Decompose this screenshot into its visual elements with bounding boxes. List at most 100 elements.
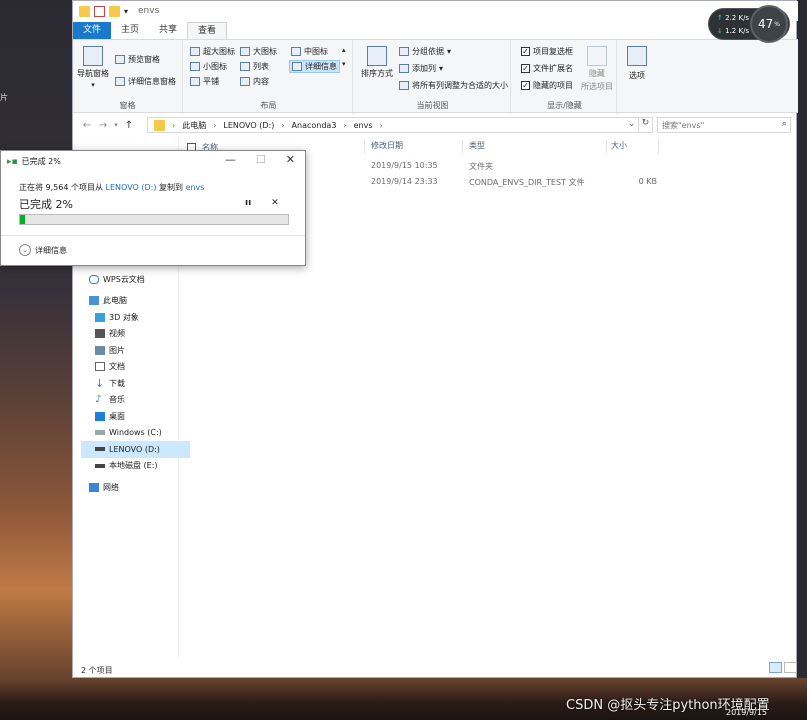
sidebar-item-label: 下载 — [109, 378, 125, 388]
search-icon: ⌕ — [781, 119, 787, 129]
more-details-label: 详细信息 — [35, 245, 67, 255]
breadcrumb-separator-icon[interactable]: › — [343, 121, 346, 130]
pause-icon[interactable]: ıı — [245, 198, 251, 208]
tab-share[interactable]: 共享 — [149, 22, 187, 39]
view-switcher — [769, 662, 797, 673]
column-modified[interactable]: 修改日期 — [367, 140, 463, 154]
selected-items-label: 所选项目 — [581, 82, 613, 91]
fit-columns-button[interactable]: 将所有列调整为合适的大小 — [399, 80, 508, 91]
up-arrow-icon[interactable]: ↑ — [121, 120, 137, 131]
cancel-icon[interactable]: ✕ — [271, 198, 279, 208]
maximize-icon[interactable]: ☐ — [256, 153, 266, 166]
options-icon — [627, 46, 647, 66]
breadcrumb-separator-icon[interactable]: › — [281, 121, 284, 130]
document-icon — [95, 362, 105, 372]
sidebar-item-label: LENOVO (D:) — [109, 444, 160, 454]
layout-details[interactable]: 详细信息 — [289, 60, 340, 73]
more-details-toggle[interactable]: ⌄ 详细信息 — [19, 244, 67, 256]
close-icon[interactable]: ✕ — [286, 153, 295, 166]
upload-speed-value: 2.2 — [725, 14, 737, 22]
cpu-gauge[interactable]: 47% — [750, 5, 788, 43]
properties-icon[interactable] — [94, 5, 105, 17]
sidebar-item-downloads[interactable]: ↓ 下载 — [81, 375, 181, 392]
add-column-button[interactable]: 添加列 ▾ — [399, 63, 443, 74]
sidebar-item-local-disk-e[interactable]: 本地磁盘 (E:) — [81, 458, 181, 475]
sort-by-button[interactable]: 排序方式 — [361, 46, 393, 79]
breadcrumb-separator-icon[interactable]: › — [380, 121, 383, 130]
music-icon: ♪ — [95, 394, 102, 406]
layout-label: 列表 — [253, 62, 269, 71]
column-type[interactable]: 类型 — [465, 140, 607, 154]
download-speed: ↓ 1.2 K/s — [717, 27, 749, 35]
layout-list[interactable]: 列表 — [240, 61, 269, 72]
breadcrumb-envs[interactable]: envs — [354, 121, 373, 130]
folder-icon — [154, 120, 165, 131]
checkbox-checked[interactable]: ✓ — [521, 47, 530, 56]
breadcrumb-this-pc[interactable]: 此电脑 — [182, 120, 206, 131]
back-arrow-icon[interactable]: ← — [79, 120, 95, 131]
breadcrumb-anaconda[interactable]: Anaconda3 — [292, 121, 337, 130]
sidebar-item-label: 音乐 — [109, 395, 125, 405]
sidebar-item-windows-c[interactable]: Windows (C:) — [81, 425, 181, 442]
item-checkbox-toggle[interactable]: ✓ 项目复选框 — [521, 46, 573, 57]
group-by-button[interactable]: 分组依据 ▾ — [399, 46, 451, 57]
sidebar-item-music[interactable]: ♪ 音乐 — [81, 392, 181, 409]
sidebar-item-label: WPS云文档 — [103, 274, 145, 284]
copy-source-link[interactable]: LENOVO (D:) — [106, 183, 157, 192]
search-input[interactable]: 搜索"envs" ⌕ — [657, 117, 791, 133]
new-folder-icon[interactable] — [109, 5, 120, 17]
sidebar-item-documents[interactable]: 文档 — [81, 359, 181, 376]
layout-medium-icons[interactable]: 中图标 — [291, 46, 328, 57]
copy-description-mid: 复制到 — [159, 183, 184, 192]
layout-tiles[interactable]: 平铺 — [190, 76, 219, 87]
sidebar-item-3d-objects[interactable]: 3D 对象 — [81, 309, 181, 326]
breadcrumb-separator-icon[interactable]: › — [213, 121, 216, 130]
checkbox-checked[interactable]: ✓ — [521, 81, 530, 90]
details-view-icon[interactable] — [769, 662, 782, 673]
forward-arrow-icon[interactable]: → — [95, 120, 111, 131]
tab-view[interactable]: 查看 — [187, 22, 228, 39]
sort-icon — [367, 46, 387, 66]
column-size[interactable]: 大小 — [607, 140, 659, 154]
tab-home[interactable]: 主页 — [111, 22, 149, 39]
address-dropdown-icon[interactable]: ⌄ — [628, 119, 635, 128]
row-modified: 2019/9/14 23:33 — [371, 177, 438, 186]
sidebar-item-videos[interactable]: 视频 — [81, 326, 181, 343]
sidebar-item-label: 本地磁盘 (E:) — [109, 461, 158, 471]
hide-selected-button[interactable]: 隐藏 所选项目 — [581, 46, 613, 92]
sidebar-item-desktop[interactable]: 桌面 — [81, 408, 181, 425]
large-icons-view-icon[interactable] — [784, 662, 797, 673]
recent-dropdown-icon[interactable]: ▾ — [111, 121, 121, 129]
sidebar-item-this-pc[interactable]: 此电脑 — [81, 293, 181, 310]
upload-arrow-icon: ↑ — [717, 14, 723, 22]
tab-file[interactable]: 文件 — [73, 22, 112, 39]
sidebar-item-wps-cloud[interactable]: WPS云文档 — [81, 271, 181, 288]
title-bar: ▾ envs — [73, 1, 798, 21]
refresh-icon[interactable]: ↻ — [639, 117, 653, 133]
minimize-icon[interactable]: — — [225, 153, 236, 166]
copy-destination-link[interactable]: envs — [186, 183, 205, 192]
file-ext-toggle[interactable]: ✓ 文件扩展名 — [521, 63, 573, 74]
copy-progress-dialog: ▸▪ 已完成 2% — ☐ ✕ 正在将 9,564 个项目从 LENOVO (D… — [0, 150, 306, 266]
layout-label: 平铺 — [203, 77, 219, 86]
panes-group: 导航窗格 ▾ 预览窗格 详细信息窗格 窗格 — [73, 40, 183, 114]
qat-dropdown-icon[interactable]: ▾ — [124, 7, 128, 16]
sort-label: 排序方式 — [361, 69, 393, 78]
layout-scroll[interactable]: ▴ ▾ — [342, 46, 346, 68]
layout-label: 中图标 — [304, 47, 328, 56]
sidebar-item-pictures[interactable]: 图片 — [81, 342, 181, 359]
layout-content[interactable]: 内容 — [240, 76, 269, 87]
hidden-items-toggle[interactable]: ✓ 隐藏的项目 — [521, 80, 573, 91]
layout-small-icons[interactable]: 小图标 — [190, 61, 227, 72]
address-path[interactable]: › 此电脑 › LENOVO (D:) › Anaconda3 › envs ›… — [147, 117, 639, 133]
layout-large-icons[interactable]: 大图标 — [240, 46, 277, 57]
dialog-window-controls: — ☐ ✕ — [225, 153, 295, 166]
checkbox-checked[interactable]: ✓ — [521, 64, 530, 73]
options-button[interactable]: 选项 — [627, 46, 647, 81]
sidebar-item-network[interactable]: 网络 — [81, 479, 181, 496]
dialog-title-bar: ▸▪ 已完成 2% — [7, 156, 61, 167]
layout-extra-large-icons[interactable]: 超大图标 — [190, 46, 235, 57]
breadcrumb-separator-icon[interactable]: › — [172, 121, 175, 130]
sidebar-item-lenovo-d[interactable]: LENOVO (D:) — [81, 441, 190, 458]
breadcrumb-drive[interactable]: LENOVO (D:) — [223, 121, 274, 130]
